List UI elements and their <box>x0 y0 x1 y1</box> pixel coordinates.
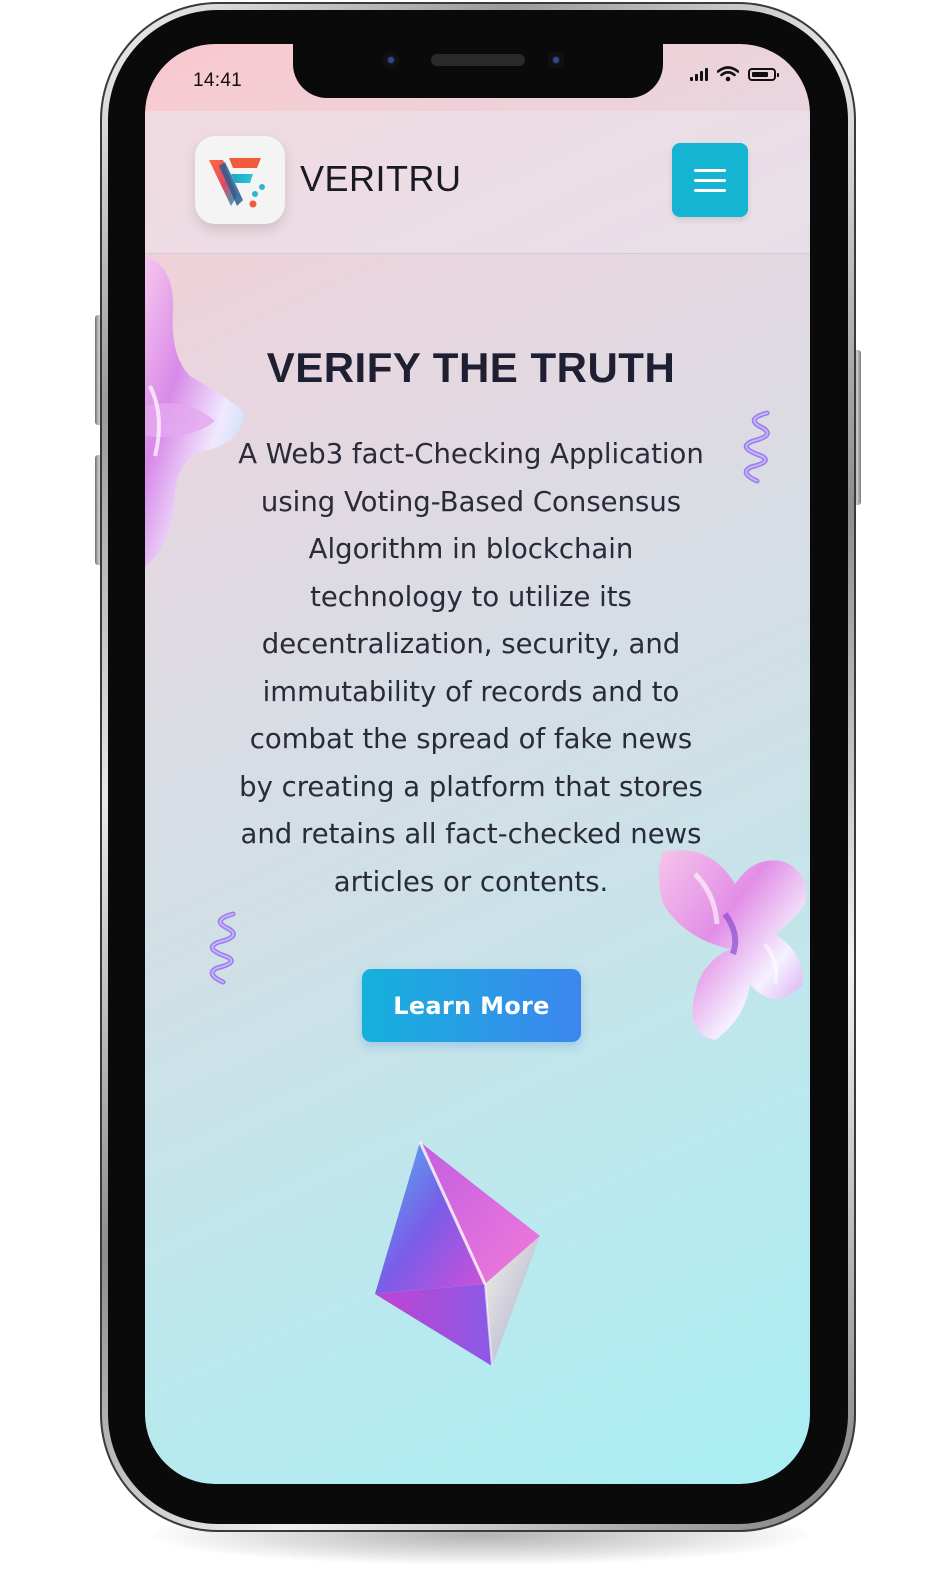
phone-screen: 14:41 VERITRU VERIFY THE TRUTH A Web3 fa… <box>145 44 810 1484</box>
menu-button[interactable] <box>672 143 748 217</box>
spiral-squiggle-decoration-left <box>209 911 236 985</box>
hero-title: VERIFY THE TRUTH <box>266 344 676 391</box>
spiral-squiggle-decoration <box>743 410 770 484</box>
hero-line: using Voting-Based Consensus <box>260 485 682 518</box>
hero-line: and retains all fact-checked news <box>240 818 702 850</box>
hero-line: technology to utilize its <box>310 580 632 613</box>
status-time: 14:41 <box>193 70 243 91</box>
veritru-logo-icon <box>209 158 265 208</box>
phone-notch <box>293 44 663 98</box>
hero-line: articles or contents. <box>333 865 609 898</box>
crystal-ethereum-icon <box>375 1141 540 1367</box>
hero-line: Algorithm in blockchain <box>308 533 634 565</box>
hero-line: combat the spread of fake news <box>249 723 693 755</box>
navbar: VERITRU <box>145 111 810 254</box>
status-icons <box>690 66 779 82</box>
brand-name[interactable]: VERITRU <box>300 158 462 200</box>
wifi-icon <box>717 66 739 82</box>
hamburger-menu-icon <box>694 168 726 172</box>
hero-description: A Web3 fact-Checking Application using V… <box>207 431 735 906</box>
battery-icon <box>748 67 779 81</box>
app-logo[interactable] <box>195 136 285 224</box>
hero-line: by creating a platform that stores <box>239 770 703 803</box>
speaker-grille <box>431 54 525 66</box>
hero-line: immutability of records and to <box>262 675 680 708</box>
hero-line: decentralization, security, and <box>261 628 681 660</box>
learn-more-button[interactable]: Learn More <box>362 969 581 1042</box>
front-camera-icon <box>548 52 564 68</box>
sensor-icon <box>383 52 399 68</box>
hero-line: A Web3 fact-Checking Application <box>238 438 704 470</box>
cellular-signal-icon <box>690 67 708 81</box>
